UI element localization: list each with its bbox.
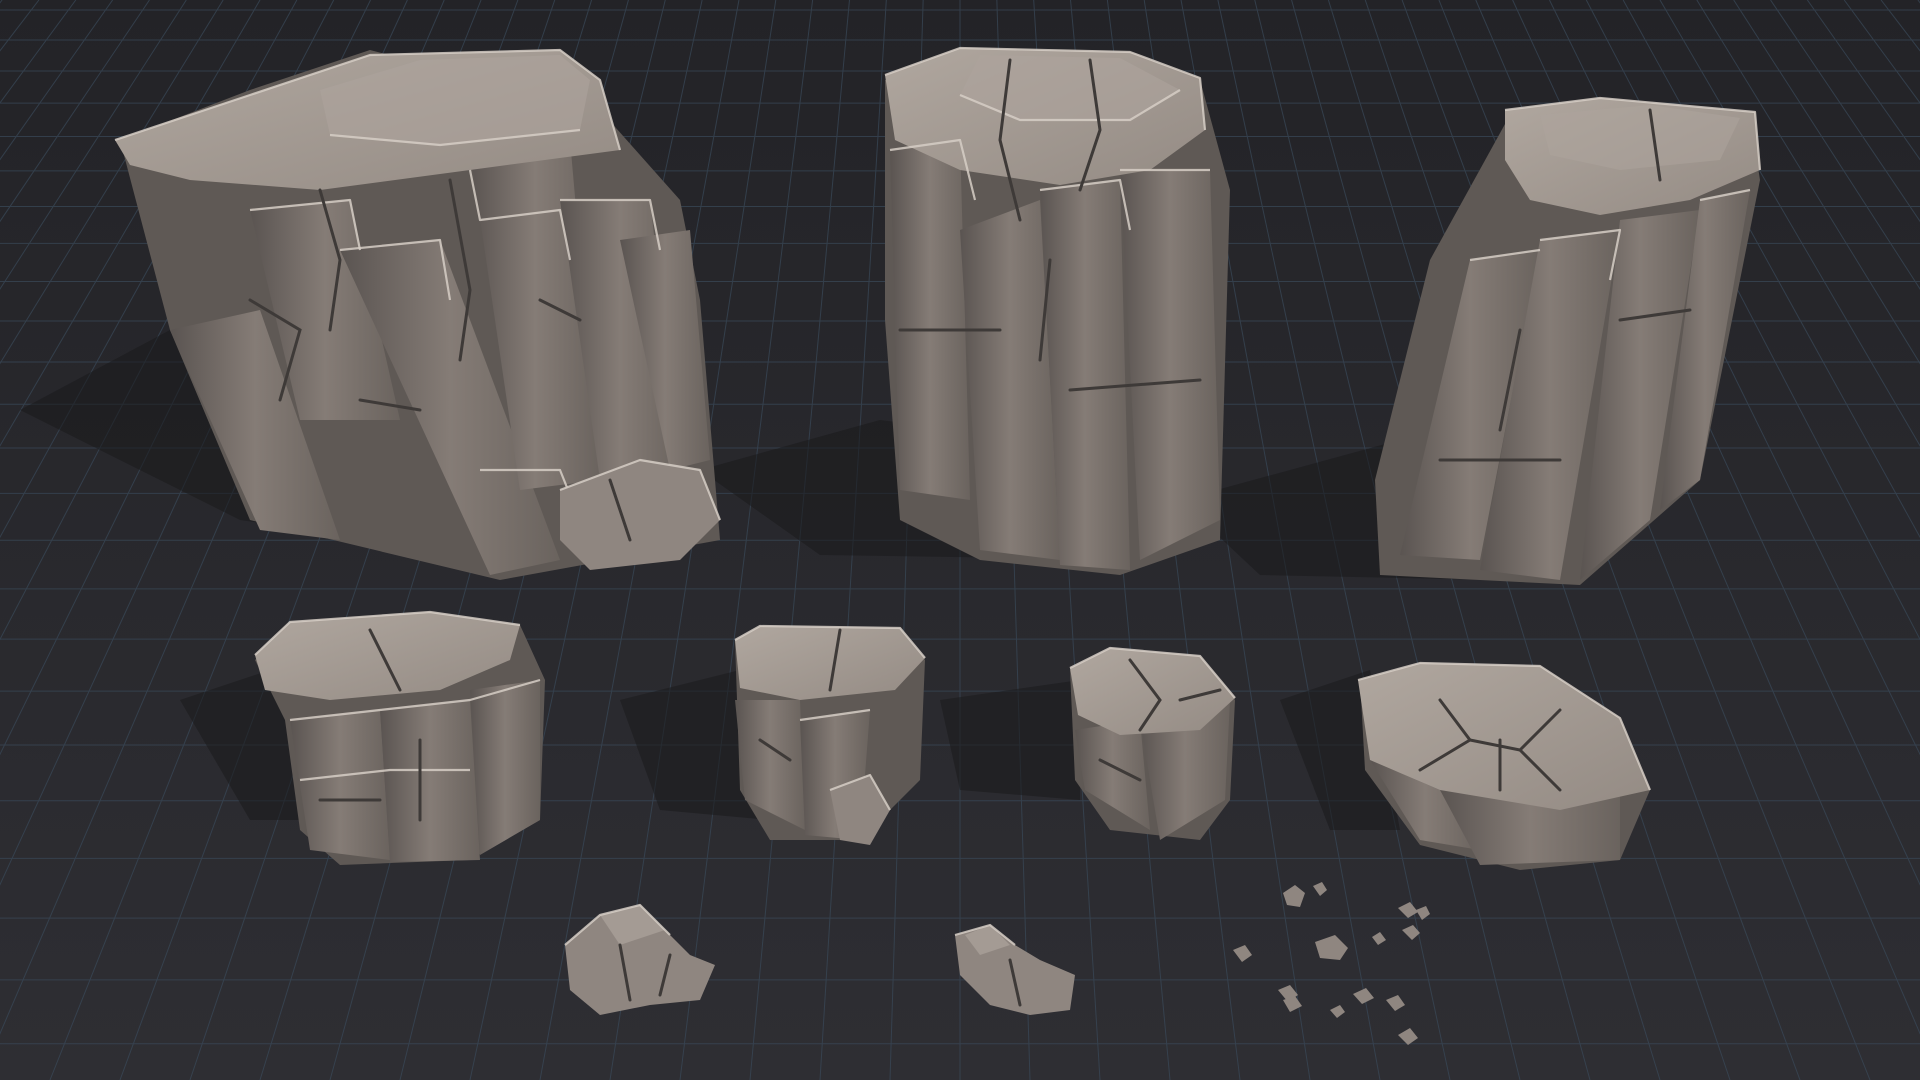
scene-canvas (0, 0, 1920, 1080)
3d-viewport[interactable] (0, 0, 1920, 1080)
tall-pillar-rock[interactable] (884, 46, 1230, 575)
